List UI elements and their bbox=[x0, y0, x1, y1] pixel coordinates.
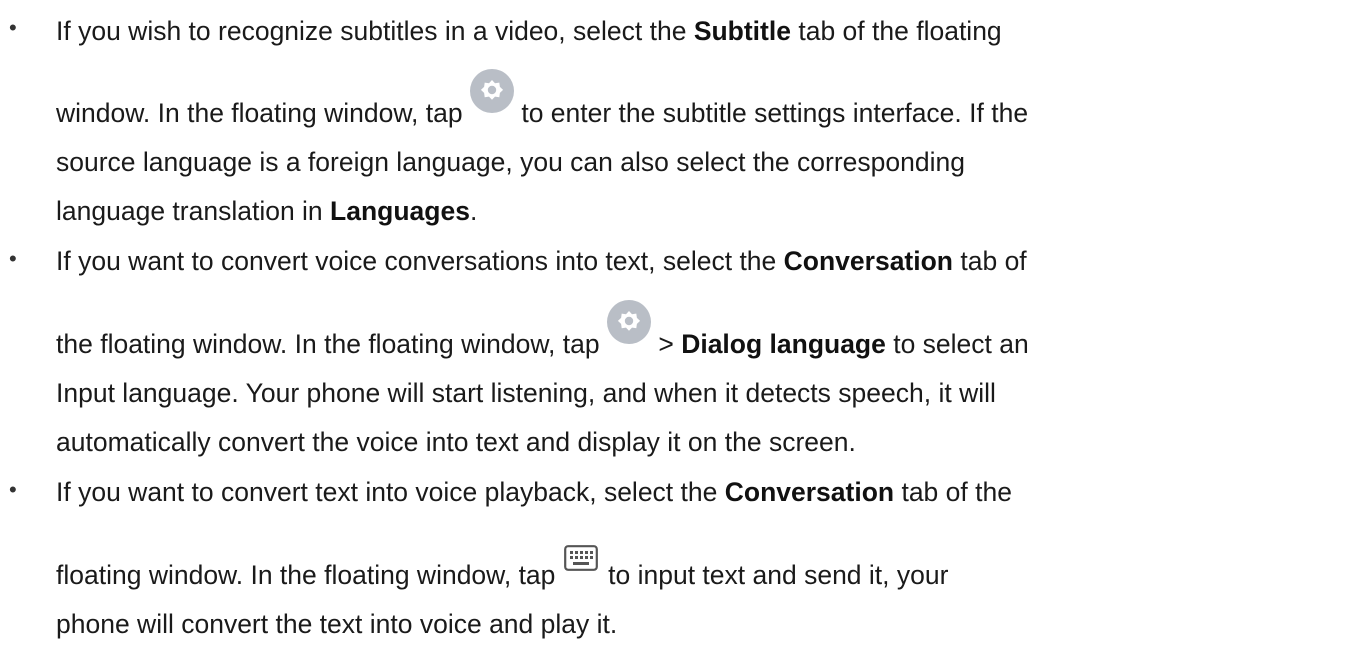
gear-icon bbox=[469, 69, 514, 131]
text-line: the floating window. In the floating win… bbox=[56, 300, 1029, 362]
conversation-tab-reference: Conversation bbox=[724, 477, 895, 507]
bullet-marker: • bbox=[9, 477, 17, 502]
gear-icon bbox=[606, 300, 651, 362]
text-line: floating window. In the floating window,… bbox=[56, 545, 948, 593]
text-line: source language is a foreign language, y… bbox=[56, 147, 965, 177]
text-line: window. In the floating window, tap to e… bbox=[56, 69, 1028, 131]
dialog-language-reference: Dialog language bbox=[681, 329, 886, 359]
text-line: If you want to convert voice conversatio… bbox=[56, 246, 1027, 276]
instruction-document: • If you wish to recognize subtitles in … bbox=[0, 0, 1349, 646]
conversation-tab-reference: Conversation bbox=[783, 246, 953, 276]
text-line: automatically convert the voice into tex… bbox=[56, 427, 856, 457]
text-line: If you wish to recognize subtitles in a … bbox=[56, 16, 1002, 46]
text-line: phone will convert the text into voice a… bbox=[56, 609, 618, 639]
bullet-marker: • bbox=[9, 15, 17, 40]
keyboard-icon bbox=[563, 545, 601, 593]
text-line: If you want to convert text into voice p… bbox=[56, 477, 1012, 507]
bullet-marker: • bbox=[9, 246, 17, 271]
subtitle-tab-reference: Subtitle bbox=[693, 16, 791, 46]
text-line: language translation in Languages. bbox=[56, 196, 478, 226]
text-line: Input language. Your phone will start li… bbox=[56, 378, 996, 408]
languages-reference: Languages bbox=[330, 196, 470, 226]
